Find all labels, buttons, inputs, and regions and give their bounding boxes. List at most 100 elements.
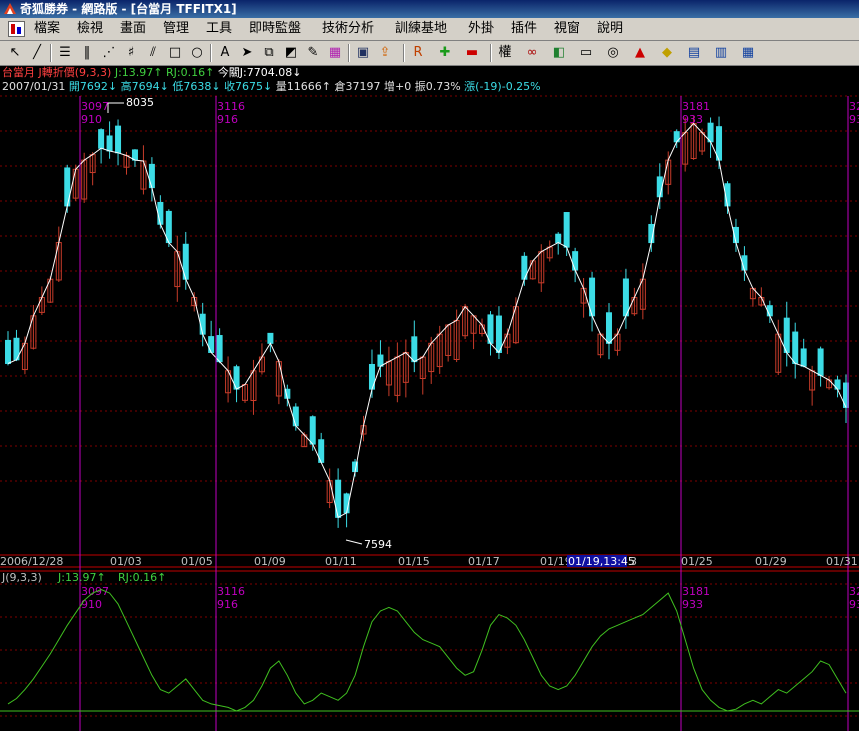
title-bar: 奇狐勝券 - 網路版 - [台當月 TFFITX1] [0,0,859,18]
candle-body [622,278,629,317]
x-axis-label: 01/25 [681,555,713,568]
cursor-date-tail: 3 [630,555,637,568]
stock-icon[interactable]: ◧ [550,44,568,62]
menu-bar: 檔案 檢視 畫面 管理 工具 即時監盤 技術分析 訓練基地 外掛 插件 視窗 說明 [0,18,859,41]
parallel-icon[interactable]: ⫽ [144,44,162,62]
tag-icon[interactable]: ◆ [658,44,676,62]
osc-marker-sub: 916 [217,598,238,611]
marker-code: 32 [849,100,859,113]
marker-sub: 93 [849,113,859,126]
save-icon[interactable]: ▣ [354,44,372,62]
menu-7[interactable]: 訓練基地 [395,18,447,40]
osc-marker-code: 3116 [217,585,245,598]
menu-6[interactable]: 技術分析 [322,18,374,40]
marker-code: 3116 [217,100,245,113]
ellipse-icon[interactable]: ○ [188,44,206,62]
menu-4[interactable]: 工具 [206,18,232,40]
candle-body [309,416,316,445]
chart-doc-icon[interactable] [8,21,25,37]
menu-0[interactable]: 檔案 [34,18,60,40]
glasses-icon[interactable]: ∞ [523,44,541,62]
pencil-icon[interactable]: ✎ [304,44,322,62]
rights-icon[interactable]: 權 [496,44,514,62]
x-axis-label: 01/15 [398,555,430,568]
line-icon[interactable]: ╱ [28,44,46,62]
x-axis-label: 01/03 [110,555,142,568]
minus-icon[interactable]: ▬ [463,44,481,62]
price-chart[interactable]: 3097910309791031169163116916318193331819… [0,66,859,731]
candle-body [267,332,274,344]
layout-3-icon[interactable]: ▦ [739,44,757,62]
osc-rj-value: RJ:0.16↑ [118,571,166,584]
candle-body [792,331,799,364]
candle-body [707,122,714,143]
x-axis-label: 01/17 [468,555,500,568]
menu-3[interactable]: 管理 [163,18,189,40]
chart-area[interactable]: 台當月 J轉折價(9,3,3) J:13.97↑ RJ:0.16↑ 今關J:77… [0,66,859,731]
marker-sub: 916 [217,113,238,126]
cursor-date-label: 01/19,13:45 [568,555,635,568]
fan-icon[interactable]: ⋰ [100,44,118,62]
cursor-icon[interactable]: ↖ [6,44,24,62]
palette-icon[interactable]: ▦ [326,44,344,62]
x-axis-label: 01/11 [325,555,357,568]
candle-body [199,313,206,335]
candle-body [656,176,663,198]
osc-marker-sub: 933 [682,598,703,611]
menu-8[interactable]: 外掛 [468,18,494,40]
export-icon[interactable]: ⇪ [376,44,394,62]
candle-body [716,126,723,161]
rsi-icon[interactable]: R [409,44,427,62]
candle-body [5,339,11,364]
candle-body [106,135,113,152]
candle-body [377,354,384,367]
menu-10[interactable]: 視窗 [554,18,580,40]
candle-body [572,251,579,271]
text-line-icon[interactable]: ☰ [56,44,74,62]
app-fox-icon [4,3,16,14]
high-label: 8035 [126,96,154,109]
copy-icon[interactable]: ⧉ [260,44,278,62]
osc-j-value: J:13.97↑ [57,571,106,584]
filter-icon[interactable]: ◎ [604,44,622,62]
x-axis-label: 01/09 [254,555,286,568]
candle-body [817,348,824,376]
menu-1[interactable]: 檢視 [77,18,103,40]
osc-marker-sub: 93 [849,598,859,611]
arrow-icon[interactable]: ➤ [238,44,256,62]
osc-marker-code: 32 [849,585,859,598]
candle-body [157,201,164,225]
gann-icon[interactable]: ♯ [122,44,140,62]
drawing-toolbar: ↖ ╱ ☰ ‖ ⋰ ♯ ⫽ □ ○ A ➤ ⧉ ◩ ✎ ▦ ▣ ⇪ R ✚ ▬ 權 ∞ ◧ ▭ ◎ ▲ ◆ ▤ ▥ ▦ [0,41,859,66]
layout-1-icon[interactable]: ▤ [685,44,703,62]
j-turn-price-line [7,122,847,519]
toolbar-separator [210,44,212,62]
window-title: 奇狐勝券 - 網路版 - [台當月 TFFITX1] [20,2,237,16]
toolbar-separator [348,44,350,62]
text-icon[interactable]: A [216,44,234,62]
candle-body [495,315,502,353]
menu-2[interactable]: 畫面 [120,18,146,40]
marker-code: 3097 [81,100,109,113]
rectangle-icon[interactable]: □ [166,44,184,62]
x-axis-label: 01/31 [826,555,858,568]
menu-9[interactable]: 插件 [511,18,537,40]
toolbar-separator [50,44,52,62]
toolbar-separator [490,44,492,62]
alarm-icon[interactable]: ▲ [631,44,649,62]
candle-body [766,305,773,317]
low-pointer [345,539,363,545]
menu-5[interactable]: 即時監盤 [249,18,301,40]
candle-body [411,336,418,363]
low-label: 7594 [364,538,392,551]
vertical-lines-icon[interactable]: ‖ [78,44,96,62]
x-axis-label: 01/05 [181,555,213,568]
menu-11[interactable]: 說明 [597,18,623,40]
candle-body [292,406,299,427]
layout-2-icon[interactable]: ▥ [712,44,730,62]
candle-body [605,312,612,344]
book-icon[interactable]: ▭ [577,44,595,62]
eraser-icon[interactable]: ◩ [282,44,300,62]
toolbar-separator [403,44,405,62]
crosshair-icon[interactable]: ✚ [436,44,454,62]
